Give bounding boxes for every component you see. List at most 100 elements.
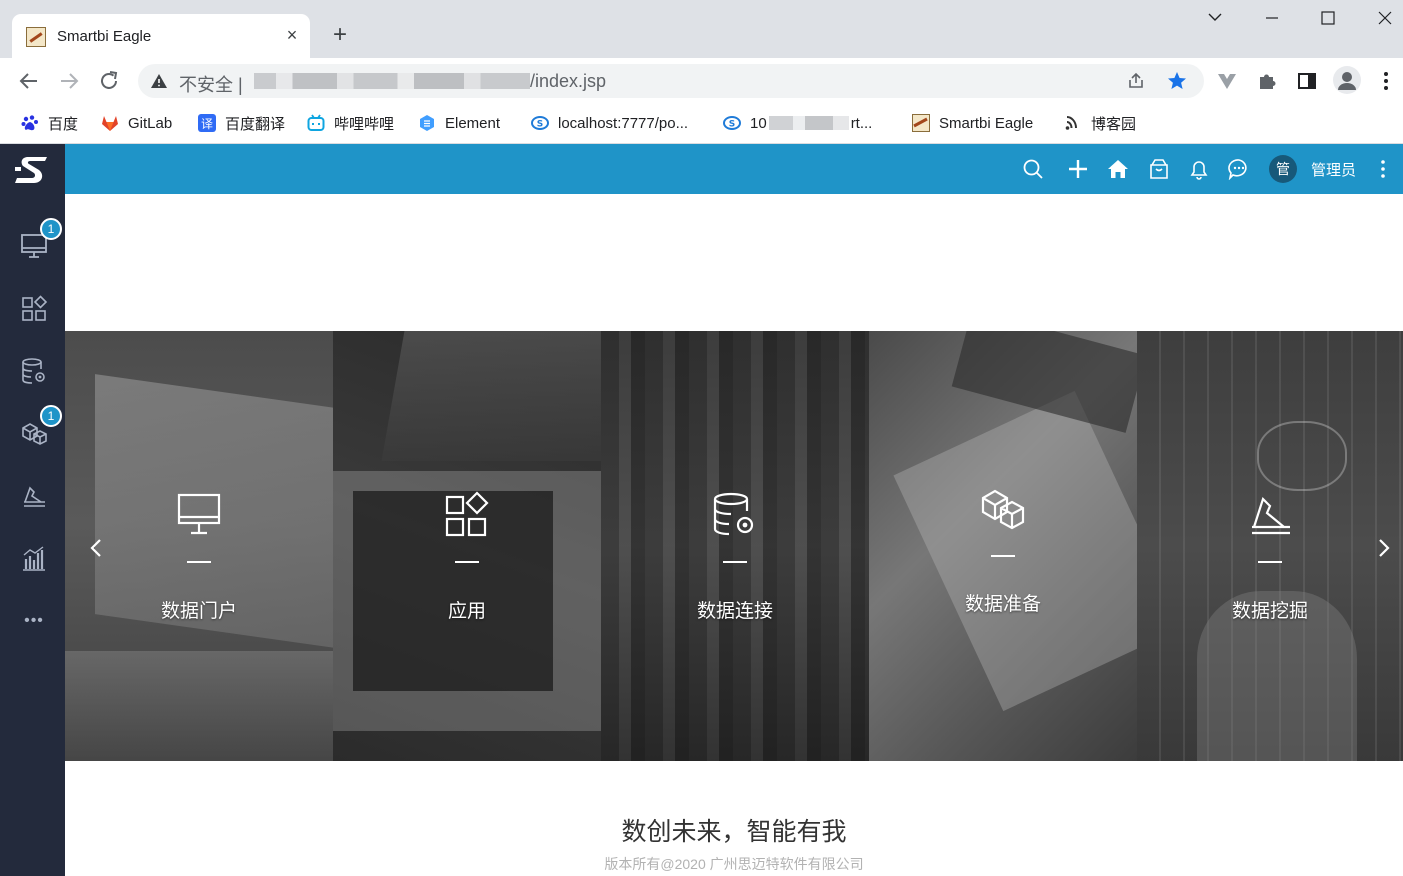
search-icon[interactable] (1022, 158, 1044, 180)
minimize-icon[interactable] (1252, 6, 1292, 32)
mining-icon[interactable] (19, 482, 49, 512)
browser-tab[interactable]: Smartbi Eagle × (12, 14, 310, 58)
extensions-puzzle-icon[interactable] (1256, 70, 1278, 92)
carousel-panel-data-preparation[interactable]: 数据准备 (869, 331, 1137, 761)
tab-close-icon[interactable]: × (282, 24, 302, 46)
share-icon[interactable] (1126, 71, 1146, 91)
user-avatar[interactable]: 管 (1269, 155, 1297, 183)
profile-avatar-icon[interactable] (1333, 66, 1361, 94)
more-icon[interactable] (1373, 158, 1393, 180)
smartbi-icon: S (723, 116, 741, 130)
carousel-panel-data-mining[interactable]: 数据挖掘 (1137, 331, 1403, 761)
new-tab-button[interactable]: + (327, 22, 353, 48)
slogan: 数创未来，智能有我 (621, 818, 847, 846)
panel-label: 数据门户 (160, 601, 237, 622)
url-text[interactable]: /index.jsp (254, 71, 606, 92)
smartbi-logo[interactable] (0, 144, 65, 194)
vue-devtools-icon[interactable] (1216, 70, 1238, 92)
bookmark-star-icon[interactable] (1166, 70, 1188, 92)
feature-carousel: 数据门户 应用 数据连接 数据准备 数据挖掘 (65, 331, 1403, 761)
chat-icon[interactable] (1228, 158, 1250, 180)
documents-photo-background (869, 331, 1137, 761)
bookmark-label: Element (445, 114, 501, 132)
panel-label: 数据准备 (964, 594, 1041, 615)
bookmark-label: localhost:7777/po... (558, 114, 689, 132)
cnblogs-icon (1065, 116, 1077, 130)
bookmark-smartbi-server[interactable]: S 10 rt... (723, 112, 872, 134)
url-path: /index.jsp (530, 71, 607, 91)
tab-title: Smartbi Eagle (57, 28, 152, 45)
panel-divider (991, 555, 1015, 557)
panel-divider (455, 561, 479, 563)
notification-badge: 1 (40, 405, 62, 427)
bookmark-baidu-translate[interactable]: 译 百度翻译 (198, 112, 285, 134)
bookmark-label: GitLab (128, 114, 173, 132)
ai-circuit-photo-background (1137, 331, 1403, 761)
bookmark-label-prefix: 10 (750, 114, 767, 132)
tab-search-chevron-icon[interactable] (1195, 6, 1235, 32)
server-rack-photo-background (601, 331, 869, 761)
element-icon (420, 115, 434, 131)
cubes-icon (981, 489, 1025, 530)
app-header: 管 管理员 (0, 144, 1403, 194)
smartbi-logo-icon (15, 157, 47, 183)
translate-icon: 译 (198, 114, 216, 132)
bookmark-label-suffix: rt... (850, 114, 873, 132)
bookmark-element[interactable]: Element (418, 112, 500, 134)
bookmark-label: 博客园 (1091, 115, 1137, 133)
monitor-icon (177, 493, 221, 535)
home-icon[interactable] (1107, 158, 1129, 180)
address-bar[interactable]: 不安全 | /index.jsp (138, 64, 1204, 98)
user-name[interactable]: 管理员 (1311, 159, 1356, 180)
browser-tab-strip: Smartbi Eagle × + (0, 0, 1403, 58)
reload-icon[interactable] (96, 68, 122, 94)
gitlab-icon (102, 116, 118, 131)
redacted-host (254, 73, 530, 89)
bookmark-gitlab[interactable]: GitLab (101, 112, 172, 134)
chevron-left-icon[interactable] (85, 536, 107, 560)
carousel-panel-data-connection[interactable]: 数据连接 (601, 331, 869, 761)
bookmark-baidu[interactable]: 百度 (21, 112, 78, 134)
tablet-photo-background (333, 331, 601, 761)
bell-icon[interactable] (1188, 158, 1210, 180)
bookmark-cnblogs[interactable]: 博客园 (1064, 112, 1136, 134)
app-sidebar: 1 1 ••• (0, 194, 65, 876)
back-arrow-icon[interactable] (16, 68, 42, 94)
warning-icon[interactable] (150, 73, 168, 89)
bookmarks-bar: 百度 GitLab 译 百度翻译 哔哩哔哩 Element S localhos… (0, 104, 1403, 144)
bar-chart-icon[interactable] (19, 544, 49, 574)
plus-icon[interactable] (1067, 158, 1089, 180)
chevron-right-icon[interactable] (1373, 536, 1395, 560)
bilibili-icon (307, 114, 325, 131)
side-panel-icon[interactable] (1296, 70, 1318, 92)
redacted-host (768, 116, 849, 130)
baidu-icon (21, 115, 38, 131)
panel-label: 数据连接 (696, 601, 773, 622)
svg-text:译: 译 (201, 117, 213, 131)
database-gear-icon[interactable] (19, 356, 49, 386)
bookmark-localhost[interactable]: S localhost:7777/po... (531, 112, 688, 134)
notification-badge: 1 (40, 218, 62, 240)
more-horizontal-icon[interactable]: ••• (19, 606, 49, 636)
browser-toolbar: 不安全 | /index.jsp (0, 58, 1403, 104)
apps-icon[interactable] (19, 294, 49, 324)
window-close-icon[interactable] (1365, 6, 1403, 32)
bookmark-label: 百度 (48, 115, 79, 133)
smartbi-icon: S (531, 116, 549, 130)
panel-divider (1258, 561, 1282, 563)
bookmark-label: 百度翻译 (225, 115, 286, 133)
carousel-panel-application[interactable]: 应用 (333, 331, 601, 761)
panel-divider (723, 561, 747, 563)
bookmark-label: 哔哩哔哩 (334, 115, 395, 133)
bookmark-smartbi-eagle[interactable]: Smartbi Eagle (912, 112, 1033, 134)
panel-label: 数据挖掘 (1231, 601, 1308, 622)
browser-menu-icon[interactable] (1376, 70, 1396, 92)
security-status-label[interactable]: 不安全 | (179, 71, 243, 97)
copyright: 版本所有@2020 广州思迈特软件有限公司 (604, 856, 864, 872)
maximize-icon[interactable] (1308, 6, 1348, 32)
forward-arrow-icon[interactable] (56, 68, 82, 94)
eagle-icon (912, 114, 930, 132)
bookmark-label: Smartbi Eagle (939, 114, 1034, 132)
bookmark-bilibili[interactable]: 哔哩哔哩 (307, 112, 394, 134)
bag-icon[interactable] (1148, 158, 1170, 180)
